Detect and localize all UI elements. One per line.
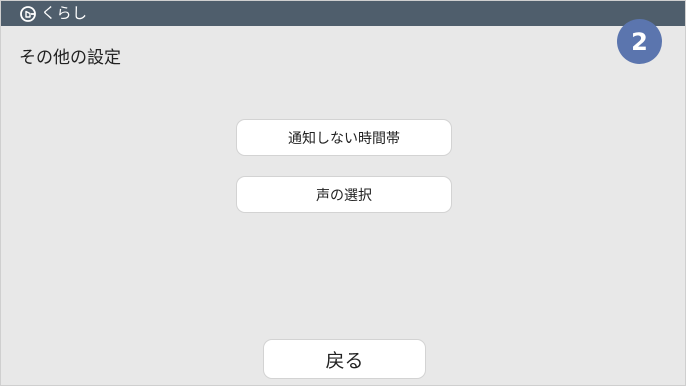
app-name: くらし [41, 4, 88, 22]
settings-screen: くらし その他の設定 2 通知しない時間帯 声の選択 戻る [0, 0, 686, 386]
quiet-hours-button-label: 通知しない時間帯 [288, 130, 400, 147]
back-button-label: 戻る [325, 349, 364, 372]
at-home-icon [19, 5, 37, 23]
quiet-hours-button[interactable]: 通知しない時間帯 [236, 119, 452, 156]
voice-selection-button[interactable]: 声の選択 [236, 176, 452, 213]
voice-selection-button-label: 声の選択 [316, 187, 372, 204]
back-button[interactable]: 戻る [263, 339, 426, 379]
page-title: その他の設定 [19, 48, 121, 68]
step-number-badge: 2 [617, 19, 662, 64]
app-header: くらし [1, 1, 685, 26]
